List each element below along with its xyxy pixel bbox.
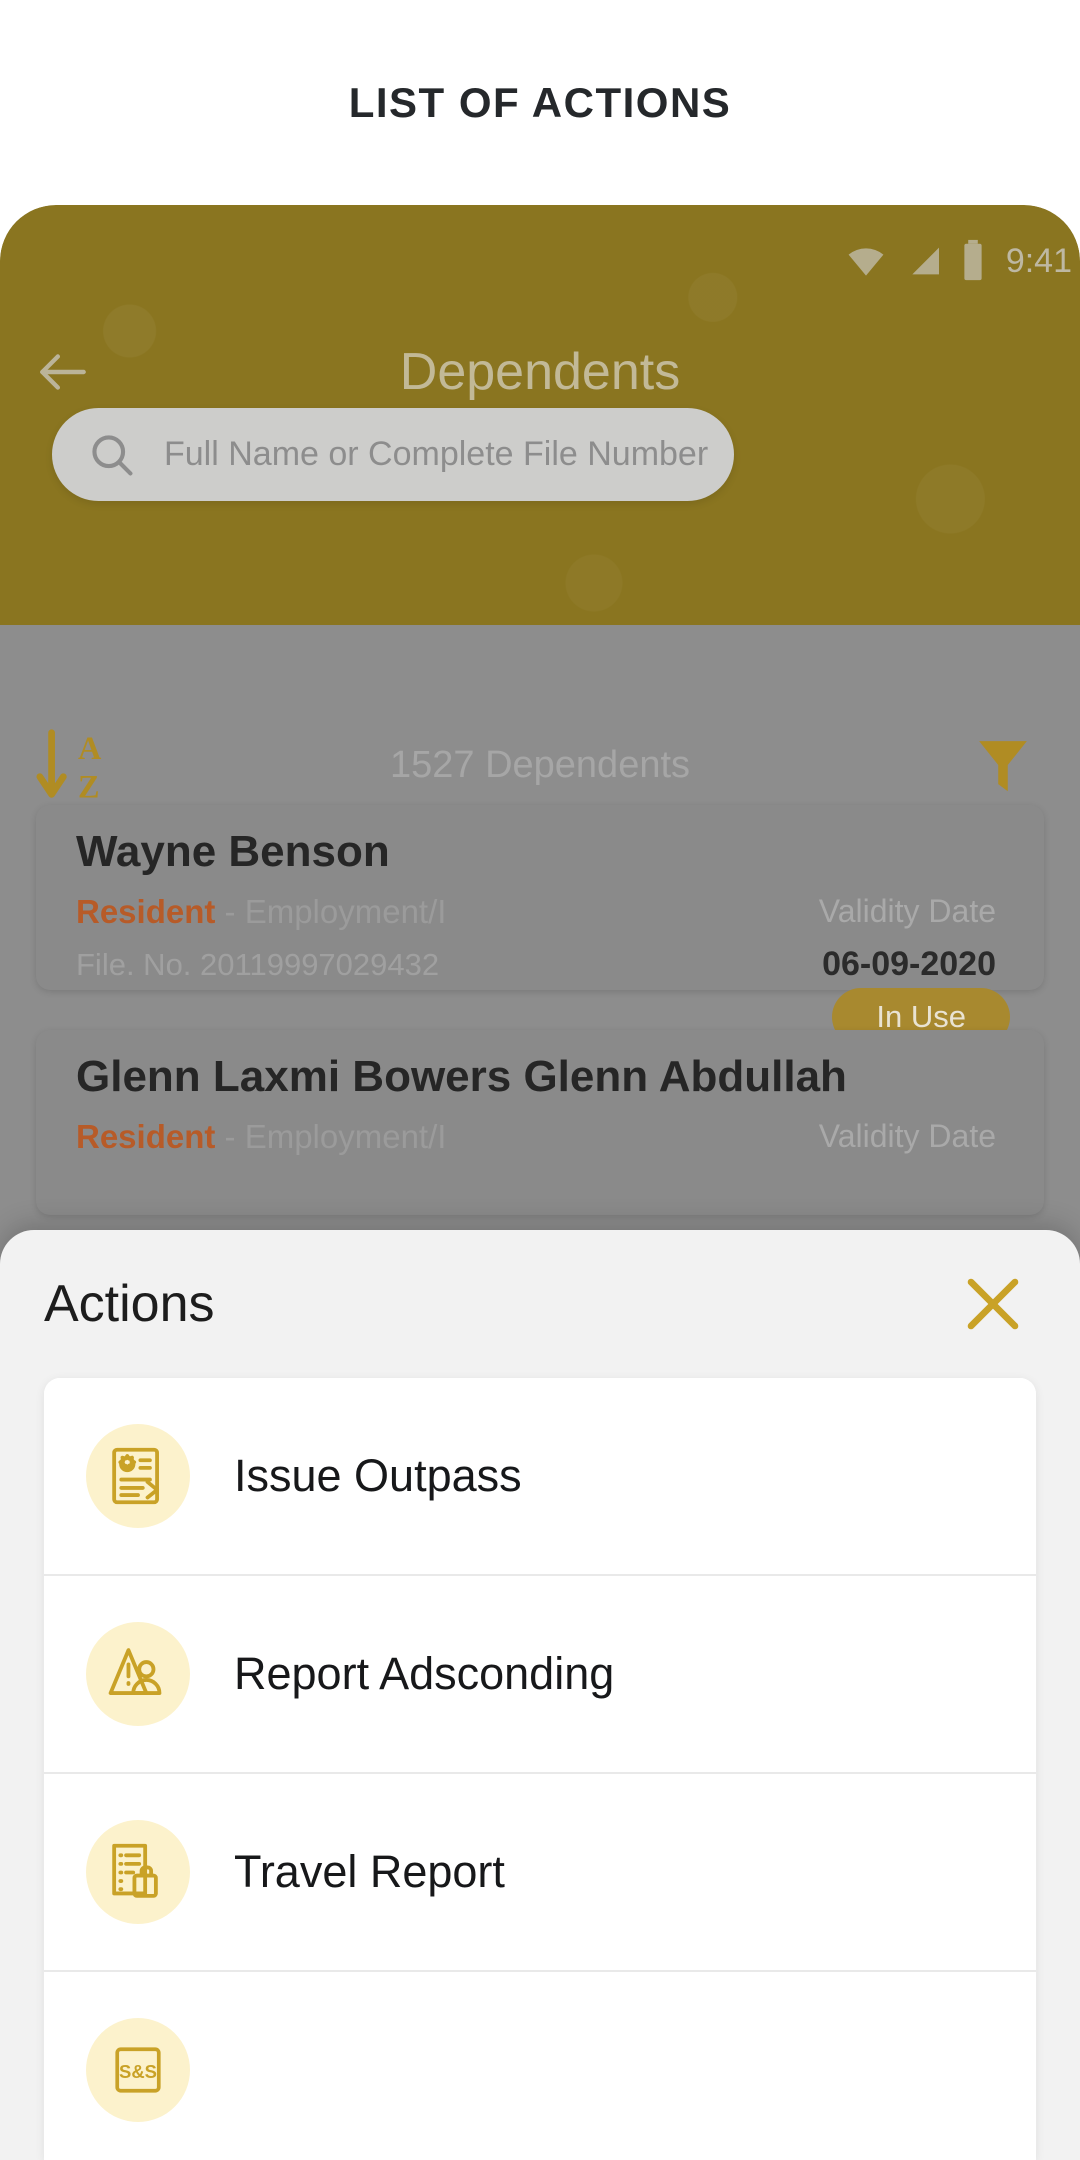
dependent-card[interactable]: Wayne Benson Resident - Employment/I Fil… <box>36 805 1044 1046</box>
actions-list: Issue Outpass Report Adsconding Travel R… <box>44 1378 1036 2160</box>
action-icon-container: S&S <box>86 2018 190 2122</box>
screen-root: LIST OF ACTIONS 9:41 Dependents Full Nam… <box>0 0 1080 2160</box>
cellular-signal-icon <box>912 247 939 275</box>
dependent-status: Resident <box>76 1118 216 1155</box>
search-placeholder: Full Name or Complete File Number <box>164 435 709 473</box>
action-icon-container <box>86 1820 190 1924</box>
svg-text:S&S: S&S <box>119 2061 157 2082</box>
filter-funnel-icon <box>979 741 1027 792</box>
sheet-header: Actions <box>0 1230 1080 1378</box>
document-outpass-icon <box>112 1447 159 1505</box>
action-item-travel-report[interactable]: Travel Report <box>44 1774 1036 1972</box>
filter-button[interactable] <box>968 725 1038 805</box>
action-icon-container <box>86 1622 190 1726</box>
checklist-suitcase-icon <box>112 1843 158 1898</box>
action-icon-container <box>86 1424 190 1528</box>
dependent-card[interactable]: Glenn Laxmi Bowers Glenn Abdullah Reside… <box>36 1030 1044 1215</box>
dependent-type-separator: - <box>215 1118 245 1155</box>
status-bar-time: 9:41 <box>1005 241 1072 280</box>
validity-date: 06-09-2020 <box>822 945 996 983</box>
page-caption: LIST OF ACTIONS <box>0 0 1080 205</box>
dependents-count: 1527 Dependents <box>389 743 691 786</box>
action-item-partial[interactable]: S&S <box>44 1972 1036 2160</box>
validity-label: Validity Date <box>818 1118 996 1154</box>
close-x-icon <box>967 1278 1019 1330</box>
dependent-status: Resident <box>76 893 216 930</box>
page-title: LIST OF ACTIONS <box>348 78 732 126</box>
list-toolbar: A Z 1527 Dependents <box>0 720 1080 810</box>
app-bar: 9:41 Dependents Full Name or Complete Fi… <box>0 205 1080 625</box>
actions-bottom-sheet: Actions Issue Outpass Report Adsconding … <box>0 1230 1080 2160</box>
s-and-s-badge-icon: S&S <box>115 2047 161 2093</box>
action-label: Report Adsconding <box>234 1648 615 1699</box>
search-icon <box>92 434 133 475</box>
action-item-report-adsconding[interactable]: Report Adsconding <box>44 1576 1036 1774</box>
dependent-type-value: Employment/I <box>244 893 447 930</box>
warning-person-icon <box>108 1648 162 1695</box>
sheet-title: Actions <box>44 1275 215 1333</box>
action-label: Issue Outpass <box>234 1450 522 1501</box>
dependent-type-separator: - <box>215 893 245 930</box>
dependent-name: Wayne Benson <box>76 827 390 876</box>
dependent-name: Glenn Laxmi Bowers Glenn Abdullah <box>76 1052 847 1101</box>
file-label: File. No. <box>76 947 192 982</box>
app-bar-title: Dependents <box>399 343 681 401</box>
dependent-type: Resident - Employment/I <box>76 1118 446 1156</box>
file-number: 20119997029432 <box>200 947 440 982</box>
action-item-issue-outpass[interactable]: Issue Outpass <box>44 1378 1036 1576</box>
phone-mockup: 9:41 Dependents Full Name or Complete Fi… <box>0 205 1080 2160</box>
wifi-icon <box>848 248 884 276</box>
status-bar: 9:41 <box>0 231 1080 291</box>
dependent-file: File. No. 20119997029432 <box>76 947 439 983</box>
close-button[interactable] <box>950 1261 1036 1347</box>
search-input[interactable]: Full Name or Complete File Number <box>52 408 734 501</box>
battery-icon <box>964 239 982 281</box>
action-label: Travel Report <box>234 1846 505 1897</box>
dependent-type: Resident - Employment/I <box>76 893 446 931</box>
back-arrow-icon <box>40 354 86 390</box>
dependent-type-value: Employment/I <box>244 1118 447 1155</box>
validity-label: Validity Date <box>818 893 996 929</box>
